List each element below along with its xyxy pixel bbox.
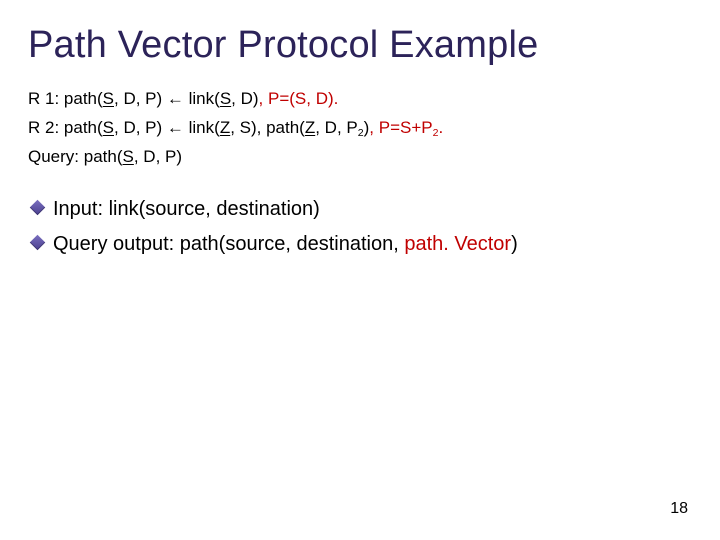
r2-red-b: .	[438, 118, 443, 137]
r2-rhs-z1: Z	[220, 118, 230, 137]
list-item: Input: link(source, destination)	[32, 194, 692, 225]
list-item: Query output: path(source, destination, …	[32, 229, 692, 260]
slide-title: Path Vector Protocol Example	[28, 24, 692, 67]
bullet-list: Input: link(source, destination) Query o…	[32, 194, 692, 260]
r2-rhs-mid1: , S), path(	[230, 118, 305, 137]
q-label: Query:	[28, 147, 84, 166]
diamond-icon	[30, 234, 46, 250]
left-arrow-icon: ←	[167, 118, 184, 137]
rule-block: R 1: path(S, D, P) ← link(S, D), P=(S, D…	[28, 85, 692, 172]
rule-r1: R 1: path(S, D, P) ← link(S, D), P=(S, D…	[28, 85, 692, 114]
r1-lhs-pre: path(	[64, 89, 103, 108]
page-number: 18	[670, 500, 688, 518]
slide: Path Vector Protocol Example R 1: path(S…	[0, 0, 720, 540]
r1-rhs-s: S	[220, 89, 231, 108]
b2-a: Query output: path(source, destination,	[53, 233, 404, 255]
q-post: , D, P)	[134, 147, 182, 166]
left-arrow-icon: ←	[167, 89, 184, 108]
rule-r2: R 2: path(S, D, P) ← link(Z, S), path(Z,…	[28, 114, 692, 143]
r1-red: , P=(S, D).	[259, 89, 339, 108]
r2-label: R 2:	[28, 118, 64, 137]
diamond-icon	[30, 199, 46, 215]
r1-rhs-mid: , D)	[231, 89, 258, 108]
bullet-text-2: Query output: path(source, destination, …	[53, 229, 518, 260]
r1-label: R 1:	[28, 89, 64, 108]
r1-lhs-s: S	[103, 89, 114, 108]
r2-rhs-pre: link(	[184, 118, 220, 137]
rule-query: Query: path(S, D, P)	[28, 143, 692, 172]
r2-lhs-s: S	[103, 118, 114, 137]
r2-red-a: , P=S+P	[369, 118, 432, 137]
b2-b: )	[511, 233, 518, 255]
r2-lhs-post: , D, P)	[114, 118, 167, 137]
q-pre: path(	[84, 147, 123, 166]
r2-rhs-z2: Z	[305, 118, 315, 137]
r2-rhs-mid2: , D, P	[315, 118, 358, 137]
b2-red: path. Vector	[404, 233, 511, 255]
r1-rhs-pre: link(	[184, 89, 220, 108]
r2-lhs-pre: path(	[64, 118, 103, 137]
r1-lhs-post: , D, P)	[114, 89, 167, 108]
r2-sub: 2	[358, 127, 364, 139]
r2-red-sub: 2	[433, 127, 439, 139]
bullet-text-1: Input: link(source, destination)	[53, 194, 320, 225]
q-s: S	[123, 147, 134, 166]
